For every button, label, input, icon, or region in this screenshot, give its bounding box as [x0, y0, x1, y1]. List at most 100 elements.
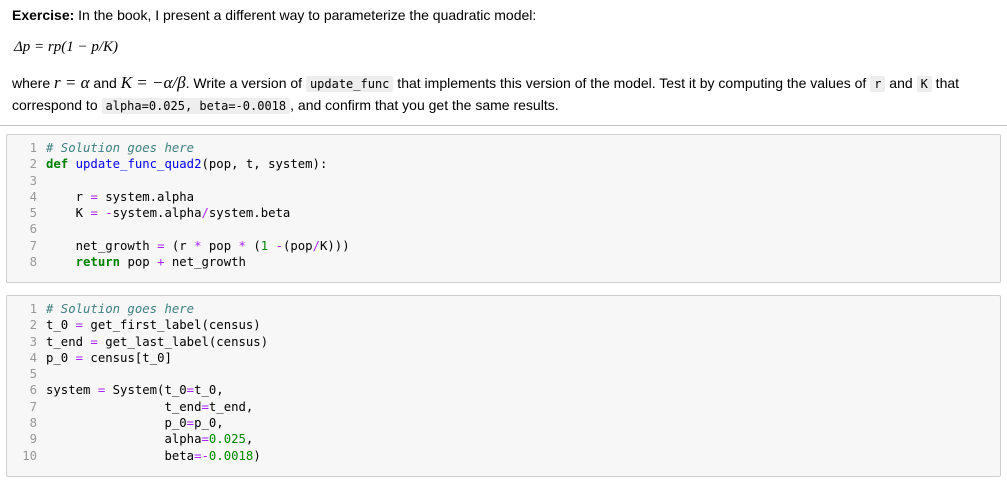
code-text: beta=-0.0018) — [46, 448, 261, 464]
code-token: (r — [164, 238, 195, 253]
code-text: t_end = get_last_label(census) — [46, 334, 268, 350]
code-token: = — [186, 383, 195, 398]
code-token: t_end — [46, 399, 202, 414]
code-token: p_0 — [46, 350, 76, 365]
code-token: - — [201, 448, 209, 463]
exercise-paragraph: Exercise: In the book, I present a diffe… — [12, 5, 536, 25]
code-token: = — [90, 206, 98, 221]
code-token: / — [312, 238, 320, 253]
code-update-func: update_func — [305, 76, 394, 92]
code-token: update_func_quad2 — [75, 157, 202, 172]
code-line: 1 # Solution goes here — [7, 301, 1000, 317]
code-token: system.alpha — [97, 189, 195, 204]
line-number: 6 — [29, 222, 37, 237]
code-token: return — [75, 255, 121, 270]
code-r: r — [870, 76, 886, 92]
formula: Δp = rp(1 − p/K) — [14, 39, 119, 55]
line-number: 2 — [29, 318, 37, 333]
code-text: K = -system.alpha/system.beta — [46, 205, 291, 221]
line-number: 1 — [29, 302, 37, 316]
code-token: t_0, — [194, 383, 224, 398]
line-number: 5 — [29, 206, 37, 221]
code-token: * — [194, 238, 202, 253]
code-token: net_growth — [46, 238, 158, 253]
code-text: net_growth = (r * pop * (1 -(pop/K))) — [46, 238, 350, 254]
code-token: p_0 — [46, 416, 187, 431]
code-cell-2[interactable]: 1 # Solution goes here 2 t_0 = get_first_la… — [6, 295, 1001, 477]
code-token: t_end — [46, 334, 91, 349]
code-line: 1 # Solution goes here — [7, 140, 1000, 156]
code-token: net_growth — [164, 255, 246, 270]
code-k: K — [916, 76, 932, 92]
code-line: 2 t_0 = get_first_label(census) — [7, 317, 1000, 333]
code-token: t_end, — [208, 399, 254, 414]
code-line: 6 — [7, 221, 1000, 237]
code-token: p_0, — [194, 416, 224, 431]
exercise-label: Exercise: — [12, 7, 75, 23]
code-line: 8 p_0=p_0, — [7, 415, 1000, 431]
line-number: 8 — [29, 255, 37, 270]
math-k-formula: K = −α/β — [120, 73, 186, 92]
line-number: 4 — [29, 189, 37, 204]
code-line: 8 return pop + net_growth — [7, 254, 1000, 270]
code-line: 3 — [7, 173, 1000, 189]
code-token: (pop — [282, 238, 313, 253]
code-token: ) — [253, 448, 261, 463]
line-number: 4 — [29, 350, 37, 365]
code-token: system — [46, 383, 98, 398]
code-token: K))) — [320, 238, 350, 253]
code-token: / — [201, 206, 209, 221]
code-token: system.alpha — [112, 206, 202, 221]
cell-divider — [0, 125, 1007, 126]
code-line: 4 r = system.alpha — [7, 189, 1000, 205]
text-span: and — [89, 75, 121, 91]
code-editor[interactable]: 1 # Solution goes here 2 def update_func_qu… — [7, 135, 1000, 270]
code-token: - — [275, 238, 283, 253]
code-line: 9 alpha=0.025, — [7, 431, 1000, 447]
code-token: # Solution goes here — [46, 141, 195, 155]
code-token: get_first_label(census) — [83, 318, 261, 333]
code-token: system.beta — [208, 206, 291, 221]
line-number: 5 — [29, 367, 37, 382]
instructions-paragraph: where r = α and K = −α/β. Write a versio… — [12, 72, 997, 117]
code-token: = — [186, 416, 195, 431]
code-token: - — [105, 206, 113, 221]
line-number: 6 — [29, 383, 37, 398]
code-text: r = system.alpha — [46, 189, 194, 205]
code-token: = — [75, 350, 84, 365]
code-text: p_0=p_0, — [46, 415, 224, 431]
code-token: = — [90, 189, 98, 204]
code-text: system = System(t_0=t_0, — [46, 382, 224, 398]
code-token: K — [46, 206, 91, 221]
code-token: 0.025 — [208, 432, 246, 447]
line-number: 1 — [29, 141, 37, 155]
code-text: # Solution goes here — [46, 301, 194, 317]
code-editor[interactable]: 1 # Solution goes here 2 t_0 = get_first_la… — [7, 296, 1000, 464]
code-token: ( — [245, 238, 261, 253]
code-token: 0.0018 — [208, 448, 254, 463]
code-text: # Solution goes here — [46, 140, 194, 156]
code-line: 5 — [7, 366, 1000, 382]
code-text: p_0 = census[t_0] — [46, 350, 172, 366]
line-number: 2 — [29, 157, 37, 172]
code-token: r — [46, 189, 91, 204]
code-line: 2 def update_func_quad2(pop, t, system): — [7, 156, 1000, 172]
code-line: 3 t_end = get_last_label(census) — [7, 334, 1000, 350]
code-text: t_end=t_end, — [46, 399, 253, 415]
code-line: 6 system = System(t_0=t_0, — [7, 382, 1000, 398]
code-text: return pop + net_growth — [46, 254, 246, 270]
code-line: 7 t_end=t_end, — [7, 399, 1000, 415]
text-span: that implements this version of the mode… — [393, 75, 871, 91]
code-cell-1[interactable]: 1 # Solution goes here 2 def update_func_qu… — [6, 134, 1001, 283]
code-token: , — [245, 432, 254, 447]
line-number: 10 — [22, 448, 37, 463]
code-token: beta — [46, 448, 195, 463]
text-span: , and confirm that you get the same resu… — [290, 97, 559, 113]
code-token: def — [46, 157, 69, 172]
code-token: = — [201, 432, 209, 447]
math-r-alpha: r = α — [54, 73, 90, 92]
code-token: (pop, t, system): — [201, 157, 328, 172]
